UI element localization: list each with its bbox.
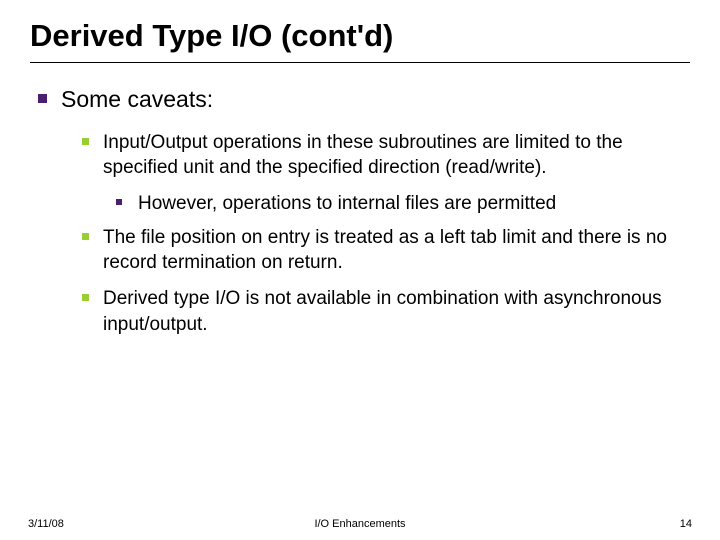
list-item: Derived type I/O is not available in com… — [82, 286, 690, 337]
bullet-icon — [82, 294, 89, 301]
level2-text: Derived type I/O is not available in com… — [103, 286, 690, 337]
slide-title: Derived Type I/O (cont'd) — [30, 18, 690, 63]
footer-title: I/O Enhancements — [314, 518, 405, 530]
level1-list: Some caveats: Input/Output operations in… — [30, 85, 690, 337]
list-item: Input/Output operations in these subrout… — [82, 130, 690, 181]
footer-date: 3/11/08 — [28, 518, 64, 530]
bullet-icon — [82, 138, 89, 145]
list-item: However, operations to internal files ar… — [116, 191, 690, 217]
level1-text: Some caveats: — [61, 85, 213, 114]
level2-list: Input/Output operations in these subrout… — [38, 130, 690, 337]
slide-footer: 3/11/08 I/O Enhancements 14 — [0, 518, 720, 530]
list-item: Some caveats: — [38, 85, 690, 114]
bullet-icon — [82, 233, 89, 240]
level2-text: Input/Output operations in these subrout… — [103, 130, 690, 181]
bullet-icon — [116, 199, 122, 205]
level3-list: However, operations to internal files ar… — [82, 191, 690, 217]
level3-text: However, operations to internal files ar… — [138, 191, 556, 217]
bullet-icon — [38, 94, 47, 103]
level2-text: The file position on entry is treated as… — [103, 225, 690, 276]
list-item: The file position on entry is treated as… — [82, 225, 690, 276]
footer-page-number: 14 — [680, 518, 692, 530]
slide: Derived Type I/O (cont'd) Some caveats: … — [0, 0, 720, 540]
